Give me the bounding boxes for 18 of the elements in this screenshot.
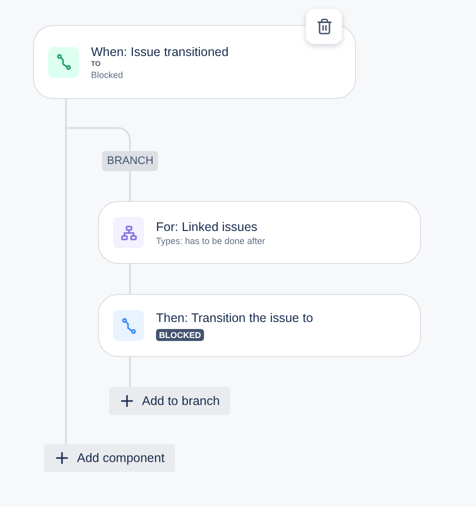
delete-button[interactable] xyxy=(306,9,342,44)
component-title: For: Linked issues xyxy=(156,220,258,234)
hierarchy-icon xyxy=(120,224,136,240)
plus-icon xyxy=(118,392,136,410)
branch-card[interactable]: For: Linked issues Types: has to be done after xyxy=(98,201,421,264)
transition-icon xyxy=(122,318,136,334)
status-lozenge: BLOCKED xyxy=(156,328,204,340)
delete-icon xyxy=(316,18,332,35)
add-to-branch-button[interactable]: Add to branch xyxy=(109,387,230,415)
transition-icon xyxy=(56,54,70,70)
component-title: Then: Transition the issue to xyxy=(156,310,314,324)
plus-icon xyxy=(53,449,71,467)
add-component-button[interactable]: Add component xyxy=(44,444,175,472)
branch-label: BRANCH xyxy=(102,151,158,171)
field-value: Blocked xyxy=(91,70,124,80)
component-title: When: Issue transitioned xyxy=(91,44,229,58)
action-card[interactable]: Then: Transition the issue to BLOCKED xyxy=(98,294,421,357)
component-subtitle: Types: has to be done after xyxy=(156,236,266,246)
